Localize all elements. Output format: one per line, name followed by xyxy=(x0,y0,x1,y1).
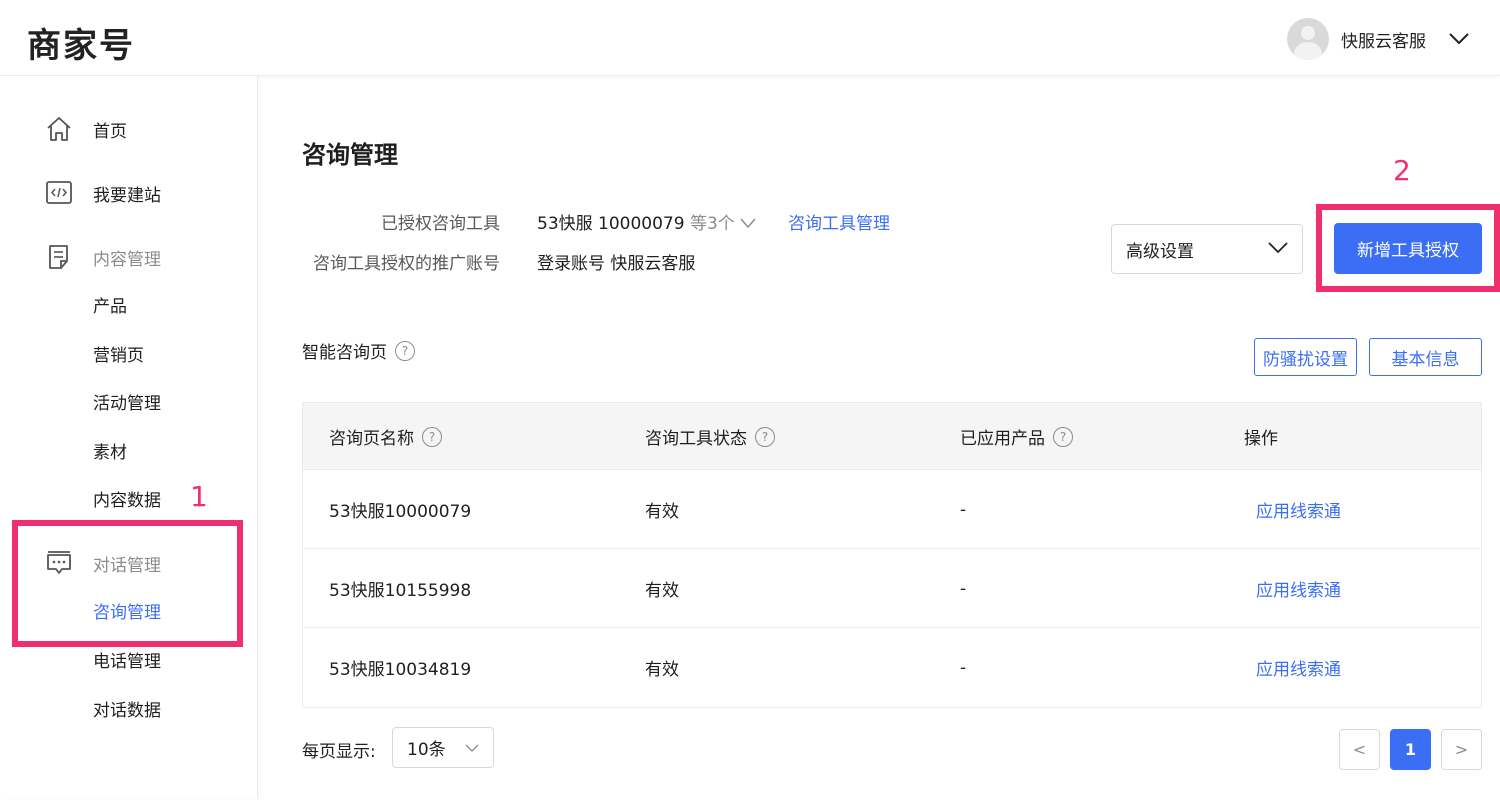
sidebar-item-phone-manage[interactable]: 电话管理 xyxy=(93,649,161,675)
apply-leads-link[interactable]: 应用线索通 xyxy=(1256,549,1341,628)
chevron-down-icon[interactable] xyxy=(740,214,756,234)
home-icon xyxy=(44,114,74,144)
cell-product: - xyxy=(960,499,967,520)
apply-leads-link[interactable]: 应用线索通 xyxy=(1256,470,1341,549)
advanced-settings-select[interactable]: 高级设置 xyxy=(1111,224,1303,274)
cell-name: 53快服10034819 xyxy=(329,660,472,680)
chevron-down-icon xyxy=(465,738,479,758)
column-header-name: 咨询页名称 xyxy=(329,429,414,449)
sidebar: 首页 我要建站 内容管理 产品 营销页 活动管理 素材 内容数据 对话管理 咨询… xyxy=(0,76,258,798)
section-title-label: 智能咨询页 xyxy=(302,343,387,363)
help-icon[interactable]: ? xyxy=(755,426,775,447)
prev-page-button[interactable]: < xyxy=(1339,729,1380,770)
chevron-down-icon[interactable] xyxy=(1448,28,1470,50)
annotation-number-2: 2 xyxy=(1393,154,1411,187)
sidebar-item-home[interactable]: 首页 xyxy=(44,114,127,144)
cell-status: 有效 xyxy=(645,660,679,680)
table-header-cell: 操作 xyxy=(1244,403,1278,470)
sidebar-item-marketing-page[interactable]: 营销页 xyxy=(93,343,144,369)
advanced-settings-label: 高级设置 xyxy=(1126,241,1194,262)
table-header-cell: 咨询工具状态 ? xyxy=(645,403,775,470)
column-header-action: 操作 xyxy=(1244,429,1278,449)
authorized-tools-value: 53快服 10000079 等3个 xyxy=(537,209,756,234)
table-row: 53快服10155998 有效 - 应用线索通 xyxy=(303,549,1481,628)
sidebar-item-dialog-data[interactable]: 对话数据 xyxy=(93,698,161,724)
annotation-highlight-1 xyxy=(12,520,243,647)
cell-status: 有效 xyxy=(645,502,679,522)
column-header-status: 咨询工具状态 xyxy=(645,429,747,449)
next-page-button[interactable]: > xyxy=(1441,729,1482,770)
cell-name: 53快服10000079 xyxy=(329,502,472,522)
table-header-cell: 咨询页名称 ? xyxy=(329,403,442,470)
authorized-tools-more[interactable]: 等3个 xyxy=(690,214,735,234)
promo-account-label: 咨询工具授权的推广账号 xyxy=(313,254,500,274)
chevron-down-icon xyxy=(1268,239,1288,259)
cell-name: 53快服10155998 xyxy=(329,581,472,601)
pagesize-select[interactable]: 10条 xyxy=(392,727,494,768)
pagesize-label: 每页显示: xyxy=(302,742,376,762)
sidebar-item-label: 首页 xyxy=(93,121,127,142)
consult-page-table: 咨询页名称 ? 咨询工具状态 ? 已应用产品 ? 操作 53快服10000079… xyxy=(302,402,1482,708)
add-tool-auth-button[interactable]: 新增工具授权 xyxy=(1334,223,1482,274)
column-header-product: 已应用产品 xyxy=(960,429,1045,449)
pagesize-value: 10条 xyxy=(407,740,446,760)
page-button-current[interactable]: 1 xyxy=(1390,729,1431,770)
app-logo[interactable]: 商家号 xyxy=(27,18,135,67)
authorized-tools-name: 53快服 10000079 xyxy=(537,214,685,234)
page-title: 咨询管理 xyxy=(302,141,398,169)
sidebar-item-material[interactable]: 素材 xyxy=(93,440,127,466)
anti-harass-button[interactable]: 防骚扰设置 xyxy=(1254,338,1357,376)
sidebar-item-content-data[interactable]: 内容数据 xyxy=(93,488,161,514)
promo-account-value: 登录账号 快服云客服 xyxy=(537,254,696,274)
avatar[interactable] xyxy=(1287,18,1329,60)
apply-leads-link[interactable]: 应用线索通 xyxy=(1256,628,1341,707)
annotation-number-1: 1 xyxy=(190,480,208,513)
authorized-tools-label: 已授权咨询工具 xyxy=(381,214,500,234)
sidebar-group-label: 内容管理 xyxy=(93,249,161,270)
help-icon[interactable]: ? xyxy=(1053,426,1073,447)
table-row: 53快服10034819 有效 - 应用线索通 xyxy=(303,628,1481,707)
cell-status: 有效 xyxy=(645,581,679,601)
help-icon[interactable]: ? xyxy=(395,340,415,361)
user-menu[interactable]: 快服云客服 xyxy=(1287,18,1470,60)
table-header: 咨询页名称 ? 咨询工具状态 ? 已应用产品 ? 操作 xyxy=(303,403,1481,470)
help-icon[interactable]: ? xyxy=(422,426,442,447)
sidebar-item-label: 我要建站 xyxy=(93,185,161,206)
basic-info-button[interactable]: 基本信息 xyxy=(1369,338,1482,376)
cell-product: - xyxy=(960,657,967,678)
cell-product: - xyxy=(960,578,967,599)
table-row: 53快服10000079 有效 - 应用线索通 xyxy=(303,470,1481,549)
table-header-cell: 已应用产品 ? xyxy=(960,403,1073,470)
username[interactable]: 快服云客服 xyxy=(1341,27,1426,52)
sidebar-group-content[interactable]: 内容管理 xyxy=(44,242,161,272)
sidebar-item-product[interactable]: 产品 xyxy=(93,294,127,320)
tools-manage-link[interactable]: 咨询工具管理 xyxy=(788,209,890,234)
sidebar-item-build-site[interactable]: 我要建站 xyxy=(44,178,161,208)
document-icon xyxy=(44,242,74,272)
top-header: 商家号 快服云客服 xyxy=(0,0,1500,76)
code-icon xyxy=(44,178,74,208)
section-title: 智能咨询页 ? xyxy=(302,338,415,363)
sidebar-item-activity[interactable]: 活动管理 xyxy=(93,391,161,417)
